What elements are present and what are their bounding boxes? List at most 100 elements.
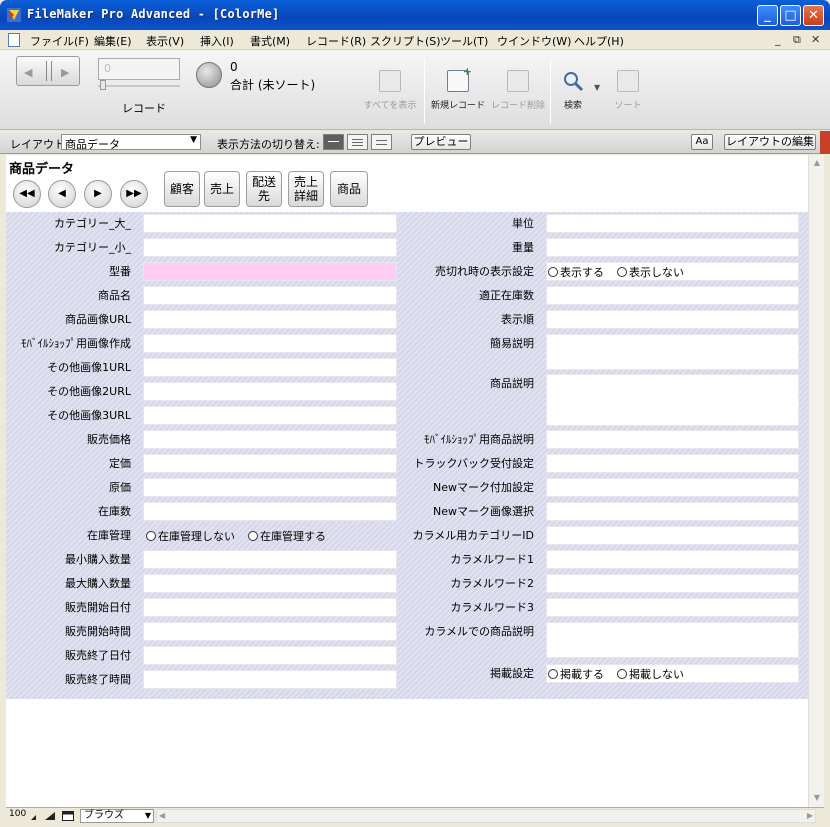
new-record-button[interactable]: + 新規レコード	[430, 65, 486, 111]
zoom-bar: 100 ブラウズ ▼ ◀ ▶	[6, 807, 824, 823]
field-trackback[interactable]	[546, 454, 799, 473]
show-all-button[interactable]: すべてを表示	[362, 70, 418, 111]
book-next-icon[interactable]: ▶	[61, 66, 69, 79]
prev-record-button[interactable]: ◀	[48, 180, 76, 208]
field-sale-end-date[interactable]	[143, 646, 397, 665]
mode-select[interactable]: ブラウズ ▼	[80, 809, 154, 823]
radio-publish-yes[interactable]: 掲載する	[548, 666, 604, 682]
field-sale-start-time[interactable]	[143, 622, 397, 641]
menu-insert[interactable]: 挿入(I)	[200, 33, 234, 49]
radio-soldout-show[interactable]: 表示する	[548, 264, 604, 280]
sales-detail-button[interactable]: 売上詳細	[288, 171, 324, 207]
radio-no-stock-management[interactable]: 在庫管理しない	[146, 528, 235, 544]
field-display-order[interactable]	[546, 310, 799, 329]
product-button[interactable]: 商品	[330, 171, 368, 207]
field-caramel-category[interactable]	[546, 526, 799, 545]
field-weight[interactable]	[546, 238, 799, 257]
book-prev-icon[interactable]: ◀	[24, 66, 32, 79]
view-as-list-button[interactable]	[347, 134, 368, 150]
field-short-description[interactable]	[546, 334, 799, 370]
field-other-image-3[interactable]	[143, 406, 397, 425]
preview-button[interactable]: プレビュー	[411, 134, 471, 150]
current-record-input[interactable]: 0	[98, 58, 180, 80]
field-min-qty[interactable]	[143, 550, 397, 569]
field-proper-stock[interactable]	[546, 286, 799, 305]
record-slider-handle[interactable]	[100, 80, 106, 90]
mdi-close-button[interactable]: ✕	[811, 33, 820, 46]
field-product-name[interactable]	[143, 286, 397, 305]
menu-format[interactable]: 書式(M)	[250, 33, 290, 49]
text-format-button[interactable]: Aa	[691, 134, 713, 150]
delete-record-button[interactable]: レコード削除	[490, 70, 546, 111]
field-other-image-1[interactable]	[143, 358, 397, 377]
sales-button[interactable]: 売上	[204, 171, 240, 207]
field-stock[interactable]	[143, 502, 397, 521]
vertical-scrollbar[interactable]: ▲ ▼	[808, 155, 824, 807]
field-sale-price[interactable]	[143, 430, 397, 449]
menu-help[interactable]: ヘルプ(H)	[574, 33, 624, 49]
last-record-button[interactable]: ▶▶	[120, 180, 148, 208]
field-description[interactable]	[546, 374, 799, 426]
field-product-image-url[interactable]	[143, 310, 397, 329]
title-bar[interactable]: FileMaker Pro Advanced - [ColorMe] _ □ ✕	[0, 0, 830, 30]
field-caramel-word-2[interactable]	[546, 574, 799, 593]
delivery-button[interactable]: 配送先	[246, 171, 282, 207]
record-book[interactable]: ◀ ▶	[16, 56, 80, 86]
view-as-table-button[interactable]	[371, 134, 392, 150]
menu-edit[interactable]: 編集(E)	[94, 33, 132, 49]
field-newmark-image[interactable]	[546, 502, 799, 521]
customer-button[interactable]: 顧客	[164, 171, 200, 207]
close-button[interactable]: ✕	[803, 5, 824, 26]
menu-records[interactable]: レコード(R)	[306, 33, 366, 49]
field-max-qty[interactable]	[143, 574, 397, 593]
find-button[interactable]: 検索	[556, 70, 590, 111]
menu-scripts[interactable]: スクリプト(S)	[370, 33, 441, 49]
zoom-out-icon[interactable]	[30, 811, 42, 821]
zoom-level[interactable]: 100	[9, 809, 26, 819]
next-record-button[interactable]: ▶	[84, 180, 112, 208]
field-other-image-2[interactable]	[143, 382, 397, 401]
radio-publish-no[interactable]: 掲載しない	[617, 666, 684, 682]
menu-view[interactable]: 表示(V)	[146, 33, 184, 49]
record-slider[interactable]	[98, 85, 180, 87]
field-caramel-word-1[interactable]	[546, 550, 799, 569]
radio-soldout-hide[interactable]: 表示しない	[617, 264, 684, 280]
mdi-minimize-button[interactable]: _	[775, 33, 781, 46]
edit-layout-button[interactable]: レイアウトの編集	[724, 134, 816, 150]
document-icon[interactable]	[8, 33, 20, 47]
field-sale-end-time[interactable]	[143, 670, 397, 689]
mdi-restore-button[interactable]: ⧉	[793, 33, 801, 47]
field-sale-start-date[interactable]	[143, 598, 397, 617]
label-sale-end-date: 販売終了日付	[65, 649, 131, 662]
scroll-right-icon[interactable]: ▶	[807, 810, 813, 822]
view-as-form-button[interactable]	[323, 134, 344, 150]
sort-button[interactable]: ソート	[608, 70, 648, 111]
first-record-button[interactable]: ◀◀	[13, 180, 41, 208]
field-list-price[interactable]	[143, 454, 397, 473]
find-dropdown-icon[interactable]: ▼	[594, 83, 600, 92]
field-caramel-description[interactable]	[546, 622, 799, 658]
field-newmark[interactable]	[546, 478, 799, 497]
scroll-up-icon[interactable]: ▲	[810, 156, 824, 170]
horizontal-scrollbar[interactable]: ◀ ▶	[156, 809, 816, 823]
radio-stock-management[interactable]: 在庫管理する	[248, 528, 326, 544]
field-category-small[interactable]	[143, 238, 397, 257]
field-category-large[interactable]	[143, 214, 397, 233]
menu-tools[interactable]: ツール(T)	[440, 33, 488, 49]
menu-window[interactable]: ウインドウ(W)	[497, 33, 571, 49]
field-mobile-image[interactable]	[143, 334, 397, 353]
minimize-button[interactable]: _	[757, 5, 778, 26]
scroll-down-icon[interactable]: ▼	[810, 791, 824, 805]
field-unit[interactable]	[546, 214, 799, 233]
scroll-left-icon[interactable]: ◀	[159, 810, 165, 822]
found-set-pie-icon[interactable]	[196, 62, 222, 88]
layout-select[interactable]: 商品データ ▼	[61, 134, 201, 151]
field-caramel-word-3[interactable]	[546, 598, 799, 617]
maximize-button[interactable]: □	[780, 5, 801, 26]
menu-file[interactable]: ファイル(F)	[30, 33, 89, 49]
field-mobile-description[interactable]	[546, 430, 799, 449]
zoom-in-icon[interactable]	[44, 811, 56, 821]
status-area-toggle-icon[interactable]	[62, 811, 74, 821]
field-cost[interactable]	[143, 478, 397, 497]
field-model-number[interactable]	[143, 262, 397, 281]
